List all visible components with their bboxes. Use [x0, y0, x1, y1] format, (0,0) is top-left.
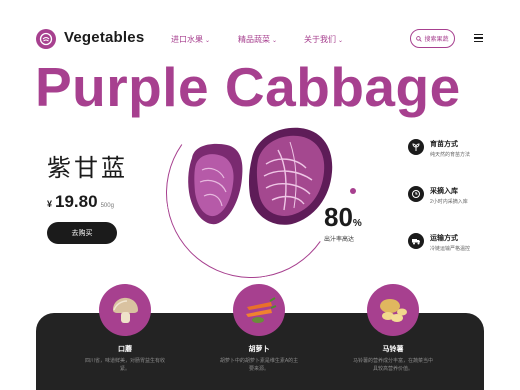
clock-icon — [408, 186, 424, 202]
nav-about-us[interactable]: 关于我们 ⌄ — [304, 34, 343, 45]
price-value: 19.80 — [55, 192, 98, 211]
product-name: 紫甘蓝 — [47, 154, 128, 182]
feature-title: 采摘入库 — [430, 188, 458, 195]
arc-dot — [350, 188, 356, 194]
cabbage-icon[interactable] — [36, 29, 56, 49]
search-button[interactable]: 搜索果蔬 — [410, 29, 455, 48]
feature-desc: 2小时内采摘入库 — [430, 199, 468, 205]
search-button-label: 搜索果蔬 — [424, 37, 449, 43]
stat-caption: 出汁率高达 — [324, 237, 355, 243]
feature-desc: 纯天然的育苗方法 — [430, 152, 471, 158]
nav-label: 精品蔬菜 — [238, 35, 270, 44]
nav-imported-fruit[interactable]: 进口水果 ⌄ — [171, 34, 210, 45]
vegetable-desc: 胡萝卜中的胡萝卜素是维生素A的主要来源。 — [219, 358, 299, 372]
chevron-down-icon: ⌄ — [272, 38, 278, 44]
hero-title: Purple Cabbage — [35, 56, 461, 118]
juice-rate-stat: 80% 出汁率高达 — [324, 202, 362, 243]
vegetable-desc: 马铃薯的营养成分丰富，在蔬菜当中具较高营养价值。 — [353, 358, 434, 372]
truck-icon — [408, 233, 424, 249]
purple-cabbage-image — [188, 127, 333, 225]
search-icon — [416, 35, 423, 42]
vegetable-desc: 四川省，味道鲜美，对肠胃益生有收紧。 — [85, 358, 166, 372]
stat-unit: % — [352, 218, 362, 229]
potato-icon — [367, 284, 419, 336]
chevron-down-icon: ⌄ — [338, 38, 344, 44]
feature-harvest: 采摘入库 2小时内采摘入库 — [408, 186, 468, 205]
feature-title: 育苗方式 — [430, 141, 458, 148]
buy-button[interactable]: 去购买 — [47, 222, 117, 244]
feature-transport: 运输方式 冷链运输严格温控 — [408, 233, 470, 252]
vegetable-name: 胡萝卜 — [248, 346, 270, 353]
currency-symbol: ¥ — [47, 199, 53, 209]
nav-label: 关于我们 — [304, 35, 336, 44]
price: ¥ 19.80 500g — [47, 192, 114, 212]
stat-value: 80 — [324, 202, 353, 232]
feature-desc: 冷链运输严格温控 — [430, 246, 471, 252]
nav-premium-vegetables[interactable]: 精品蔬菜 ⌄ — [238, 34, 277, 45]
feature-seedling: 育苗方式 纯天然的育苗方法 — [408, 139, 470, 158]
vegetable-name: 马铃薯 — [382, 346, 404, 353]
hamburger-menu-icon[interactable] — [474, 34, 483, 42]
price-unit: 500g — [100, 203, 114, 209]
logo-text[interactable]: Vegetables — [64, 29, 144, 46]
sprout-icon — [408, 139, 424, 155]
vegetable-name: 口蘑 — [118, 346, 132, 353]
chevron-down-icon: ⌄ — [205, 38, 211, 44]
feature-title: 运输方式 — [430, 235, 458, 242]
nav-label: 进口水果 — [171, 35, 203, 44]
carrot-icon — [233, 284, 285, 336]
mushroom-icon — [99, 284, 151, 336]
